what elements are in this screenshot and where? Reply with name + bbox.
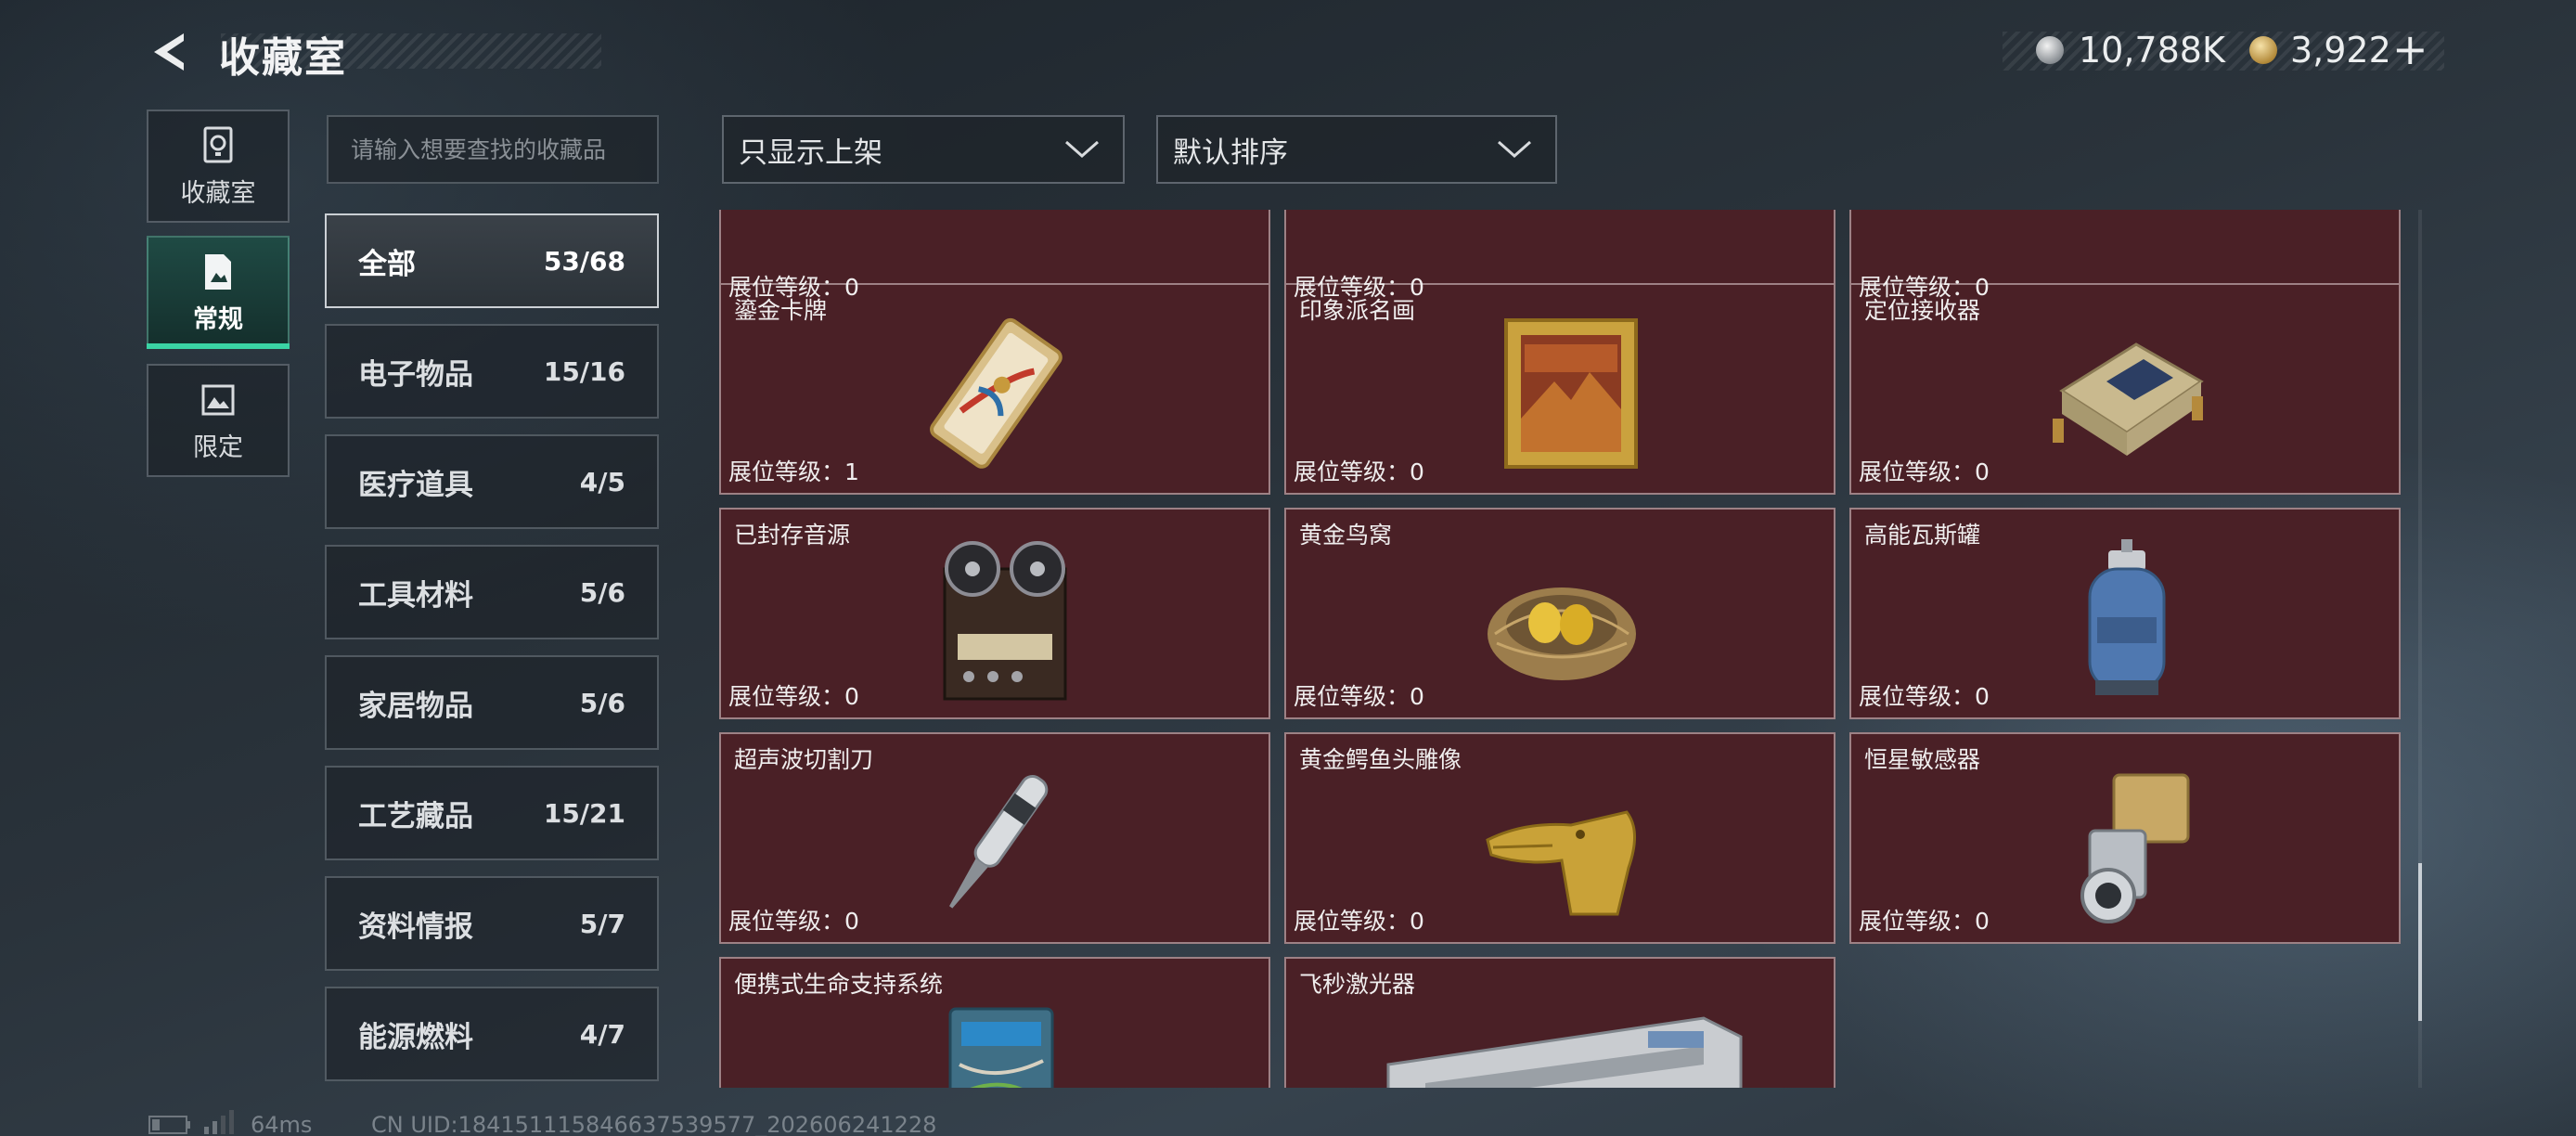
silver-coin-icon <box>2036 36 2064 64</box>
painting-icon <box>1504 318 1638 469</box>
side-tab-limited[interactable]: 限定 <box>147 364 290 477</box>
dropdown-value: 只显示上架 <box>739 136 882 170</box>
silver-balance: 10,788K <box>2079 30 2225 71</box>
category-count: 15/21 <box>543 797 625 829</box>
category-name: 家居物品 <box>358 689 473 723</box>
golden-nest-icon <box>1488 587 1636 680</box>
back-button[interactable] <box>147 28 195 76</box>
item-name: 鎏金卡牌 <box>734 297 828 324</box>
category-name: 工艺藏品 <box>358 799 473 833</box>
sort-dropdown[interactable]: 默认排序 <box>1156 115 1557 184</box>
category-tools[interactable]: 工具材料 5/6 <box>325 545 659 639</box>
category-intel[interactable]: 资料情报 5/7 <box>325 876 659 971</box>
category-electronics[interactable]: 电子物品 15/16 <box>325 324 659 419</box>
item-level: 展位等级：0 <box>1294 683 1424 710</box>
category-crafts[interactable]: 工艺藏品 15/21 <box>325 766 659 860</box>
category-count: 5/7 <box>579 908 625 939</box>
side-tab-label: 常规 <box>193 304 243 334</box>
category-count: 4/5 <box>579 466 625 497</box>
side-tab-regular[interactable]: 常规 <box>147 236 290 349</box>
item-name: 黄金鳄鱼头雕像 <box>1299 746 1462 773</box>
category-name: 全部 <box>358 247 416 281</box>
item-level: 展位等级：0 <box>1859 908 1990 935</box>
item-card[interactable]: 超声波切割刀 展位等级：0 <box>719 732 1270 944</box>
image-icon <box>201 384 235 415</box>
category-name: 工具材料 <box>358 578 473 613</box>
item-name: 定位接收器 <box>1864 297 1981 324</box>
item-name: 超声波切割刀 <box>734 746 874 773</box>
collection-grid[interactable]: 展位等级：0 展位等级：0 展位等级：0 鎏金卡牌 展位等级：1 印象派名画 展… <box>719 210 2408 1088</box>
item-level: 展位等级：0 <box>1294 458 1424 485</box>
gas-canister-icon <box>2088 539 2166 695</box>
item-card[interactable]: 高能瓦斯罐 展位等级：0 <box>1849 508 2401 719</box>
femtosecond-laser-icon <box>1386 1016 1743 1088</box>
item-card[interactable]: 已封存音源 展位等级：0 <box>719 508 1270 719</box>
item-name: 黄金鸟窝 <box>1299 522 1393 549</box>
item-level: 展位等级：0 <box>1859 458 1990 485</box>
item-card[interactable]: 黄金鸟窝 展位等级：0 <box>1284 508 1835 719</box>
item-level: 展位等级：0 <box>1294 908 1424 935</box>
item-level: 展位等级：0 <box>728 683 859 710</box>
category-count: 5/6 <box>579 687 625 718</box>
crocodile-statue-icon <box>1486 810 1637 916</box>
item-card[interactable]: 黄金鳄鱼头雕像 展位等级：0 <box>1284 732 1835 944</box>
item-level: 展位等级：1 <box>728 458 859 485</box>
item-card[interactable]: 印象派名画 展位等级：0 <box>1284 283 1835 495</box>
gold-coin-icon <box>2249 36 2277 64</box>
category-household[interactable]: 家居物品 5/6 <box>325 655 659 750</box>
ultrasonic-knife-icon <box>949 775 1049 909</box>
category-medical[interactable]: 医疗道具 4/5 <box>325 434 659 529</box>
star-sensor-icon <box>2080 773 2190 923</box>
battery-icon <box>148 1116 190 1134</box>
document-icon <box>205 253 231 290</box>
category-name: 能源燃料 <box>358 1020 473 1054</box>
item-name: 印象派名画 <box>1299 297 1416 324</box>
chevron-down-icon <box>1498 140 1531 159</box>
side-tab-label: 限定 <box>193 432 243 462</box>
item-name: 便携式生命支持系统 <box>734 971 944 998</box>
item-card[interactable]: 便携式生命支持系统 <box>719 957 1270 1088</box>
signal-icon <box>204 1110 234 1134</box>
category-all[interactable]: 全部 53/68 <box>325 213 659 308</box>
dropdown-value: 默认排序 <box>1173 136 1288 170</box>
side-tab-collection[interactable]: 收藏室 <box>147 110 290 223</box>
active-tab-indicator <box>147 343 290 349</box>
item-name: 飞秒激光器 <box>1299 971 1416 998</box>
scrollbar-thumb[interactable] <box>2418 863 2422 1021</box>
side-tab-label: 收藏室 <box>180 178 256 208</box>
category-count: 15/16 <box>543 355 625 387</box>
gilded-card-icon <box>930 317 1063 469</box>
uid-text: CN UID:18415111584663753957​7_2026062412… <box>371 1112 937 1136</box>
category-name: 医疗道具 <box>358 468 473 502</box>
ping-value: 64ms <box>251 1112 313 1136</box>
category-count: 53/68 <box>543 245 625 277</box>
category-name: 电子物品 <box>358 357 473 392</box>
display-filter-dropdown[interactable]: 只显示上架 <box>722 115 1125 184</box>
category-energy[interactable]: 能源燃料 4/7 <box>325 987 659 1081</box>
search-input[interactable] <box>327 115 659 184</box>
category-count: 5/6 <box>579 576 625 608</box>
category-name: 资料情报 <box>358 910 473 944</box>
item-card[interactable]: 飞秒激光器 <box>1284 957 1835 1088</box>
category-count: 4/7 <box>579 1018 625 1050</box>
item-name: 已封存音源 <box>734 522 851 549</box>
page-title: 收藏室 <box>219 34 347 82</box>
item-card[interactable]: 定位接收器 展位等级：0 <box>1849 283 2401 495</box>
item-name: 恒星敏感器 <box>1864 746 1981 773</box>
item-name: 高能瓦斯罐 <box>1864 522 1981 549</box>
tape-recorder-icon <box>943 541 1067 701</box>
chevron-down-icon <box>1065 140 1099 159</box>
gold-balance: 3,922 <box>2290 30 2391 71</box>
receiver-icon <box>2053 342 2204 456</box>
item-card[interactable]: 恒星敏感器 展位等级：0 <box>1849 732 2401 944</box>
item-level: 展位等级：0 <box>1859 683 1990 710</box>
item-level: 展位等级：0 <box>728 908 859 935</box>
item-card[interactable]: 鎏金卡牌 展位等级：1 <box>719 283 1270 495</box>
add-currency-button[interactable]: + <box>2392 24 2428 74</box>
vault-icon <box>203 126 233 162</box>
